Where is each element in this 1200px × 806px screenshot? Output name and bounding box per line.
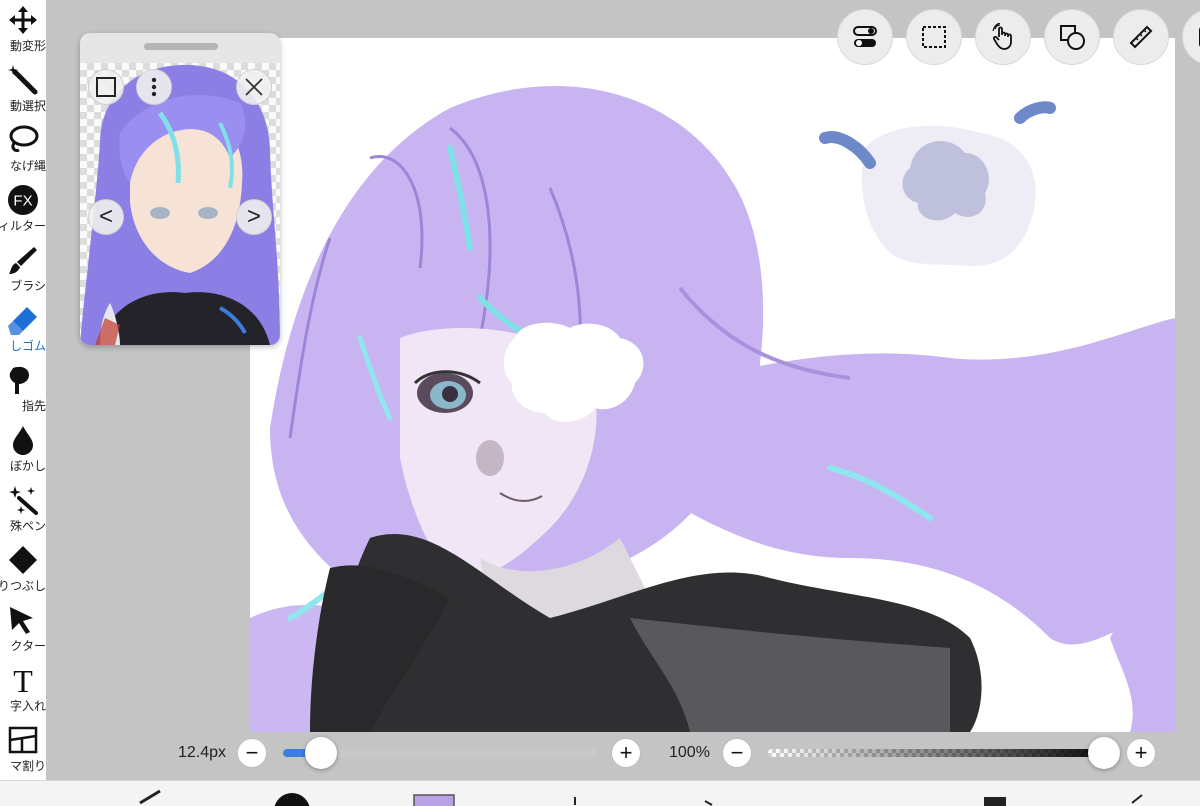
more-vertical-icon bbox=[151, 77, 157, 97]
tool-brush[interactable]: ブラシ bbox=[0, 240, 46, 298]
tool-magic-wand[interactable]: 動選択 bbox=[0, 60, 46, 118]
fill-diamond-icon bbox=[9, 546, 37, 574]
layer-panel-icon bbox=[1199, 27, 1200, 47]
chevron-right-icon: > bbox=[246, 203, 261, 230]
toggle-button[interactable] bbox=[837, 9, 893, 65]
tool-label: 動選択 bbox=[9, 99, 46, 113]
reference-close-button[interactable] bbox=[236, 69, 272, 105]
back-icon bbox=[1131, 794, 1143, 804]
tool-frame[interactable]: マ割り bbox=[0, 720, 46, 778]
frame-divider-icon bbox=[8, 726, 38, 754]
opacity-plus-button[interactable]: + bbox=[1126, 738, 1156, 768]
tool-label: 動変形 bbox=[9, 39, 46, 53]
layers-button[interactable] bbox=[1182, 9, 1200, 65]
gesture-button[interactable] bbox=[975, 9, 1031, 65]
tool-eraser[interactable]: しゴム bbox=[0, 300, 46, 358]
brush-size-value: 12.4px bbox=[178, 744, 227, 761]
brush-tool-icon bbox=[139, 789, 161, 805]
reference-next-button[interactable]: > bbox=[236, 199, 272, 235]
brush-size-plus-button[interactable]: + bbox=[611, 738, 641, 768]
tool-label: 指先 bbox=[21, 399, 46, 413]
bottom-bar bbox=[0, 780, 1200, 806]
drop-icon bbox=[13, 426, 33, 455]
text-icon: T bbox=[13, 664, 33, 696]
tool-lasso[interactable]: なげ縄 bbox=[0, 120, 46, 178]
fx-icon-text: FX bbox=[13, 193, 32, 210]
brush-icon bbox=[9, 247, 37, 274]
drawing-canvas[interactable] bbox=[250, 38, 1175, 732]
artwork bbox=[250, 85, 1175, 732]
shape-button[interactable] bbox=[1044, 9, 1100, 65]
tool-select[interactable]: クター bbox=[0, 600, 46, 658]
shape-square-circle-icon bbox=[1060, 25, 1085, 50]
bottom-bar-icons bbox=[139, 789, 1143, 806]
lasso-icon bbox=[9, 125, 39, 152]
square-icon bbox=[96, 77, 116, 97]
fx-icon: FX bbox=[8, 185, 38, 215]
eraser-icon bbox=[8, 307, 37, 335]
drag-handle[interactable] bbox=[144, 43, 218, 50]
close-icon bbox=[245, 78, 263, 96]
sparkle-pen-icon bbox=[9, 486, 38, 515]
pointer-arrow-icon bbox=[10, 607, 33, 634]
tool-label: しゴム bbox=[9, 339, 46, 353]
opacity-value: 100% bbox=[669, 744, 710, 761]
opacity-minus-button[interactable]: − bbox=[722, 738, 752, 768]
tool-blur[interactable]: ぼかし bbox=[0, 420, 46, 478]
tool-text[interactable]: T 字入れ bbox=[0, 660, 46, 718]
tool-special-pen[interactable]: 殊ペン bbox=[0, 480, 46, 538]
chevron-left-icon: < bbox=[98, 203, 113, 230]
tool-fill[interactable]: りつぶし bbox=[0, 540, 46, 598]
reference-window[interactable]: < > bbox=[80, 33, 280, 345]
dashed-selection-icon bbox=[922, 26, 946, 48]
tool-label: クター bbox=[10, 639, 46, 653]
tool-filter[interactable]: FX ィルター bbox=[0, 180, 46, 238]
tool-smudge[interactable]: 指先 bbox=[0, 360, 46, 418]
tool-label: ブラシ bbox=[10, 279, 46, 293]
brush-size-minus-button[interactable]: − bbox=[237, 738, 267, 768]
hand-touch-icon bbox=[992, 23, 1012, 50]
reference-square-button[interactable] bbox=[88, 69, 124, 105]
text-icon-glyph: T bbox=[13, 664, 33, 696]
opacity-slider[interactable] bbox=[768, 749, 1120, 757]
ruler-button[interactable] bbox=[1113, 9, 1169, 65]
tool-bar: 動変形 動選択 なげ縄 FX ィルター ブラシ しゴム 指先 ぼかし 殊ペン り… bbox=[0, 0, 46, 780]
tool-label: マ割り bbox=[9, 759, 46, 773]
brush-size-slider-thumb[interactable] bbox=[304, 737, 337, 769]
magic-wand-icon bbox=[8, 65, 38, 95]
ruler-icon bbox=[1129, 25, 1153, 49]
color-swatch-black bbox=[274, 793, 310, 806]
tool-label: ィルター bbox=[0, 219, 46, 233]
tool-label: 殊ペン bbox=[9, 519, 46, 533]
toggle-switches-icon bbox=[853, 26, 877, 47]
tool-move[interactable]: 動変形 bbox=[0, 0, 46, 58]
tool-label: なげ縄 bbox=[9, 159, 46, 173]
redo-icon bbox=[704, 800, 713, 806]
tool-label: りつぶし bbox=[0, 579, 46, 593]
selection-button[interactable] bbox=[906, 9, 962, 65]
move-arrows-icon bbox=[9, 6, 37, 34]
reference-menu-button[interactable] bbox=[136, 69, 172, 105]
reference-prev-button[interactable]: < bbox=[88, 199, 124, 235]
tool-label: 字入れ bbox=[9, 699, 46, 713]
smudge-finger-icon bbox=[9, 366, 29, 394]
color-swatch-purple bbox=[413, 794, 455, 806]
tool-label: ぼかし bbox=[9, 459, 46, 473]
opacity-slider-thumb[interactable] bbox=[1088, 737, 1120, 769]
